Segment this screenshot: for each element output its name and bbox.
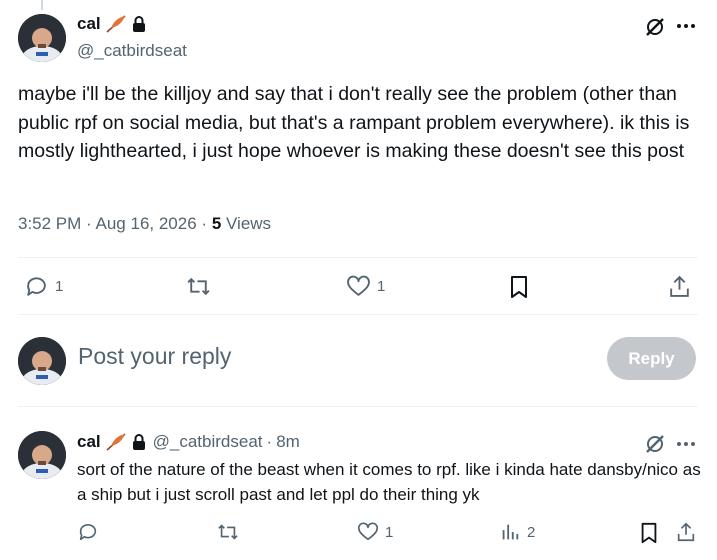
repost-button[interactable] [185,274,212,299]
avatar-image [18,431,66,479]
divider [18,314,698,315]
like-button[interactable]: 1 [357,521,393,543]
thread-connector [41,0,43,10]
heart-icon [347,275,370,296]
lock-icon [131,15,147,33]
handle[interactable]: @_catbirdseat [77,41,187,61]
like-count: 1 [385,523,394,541]
share-button[interactable] [667,274,692,299]
views-label: Views [226,214,272,233]
like-button[interactable]: 1 [346,274,385,299]
bookmark-button[interactable] [638,521,660,545]
share-icon [677,522,695,542]
reply-input[interactable]: Post your reply [78,343,231,370]
divider [18,406,698,407]
tweet-date[interactable]: Aug 16, 2026 [96,214,197,233]
repost-icon [218,524,238,540]
tweet-meta: 3:52 PM · Aug 16, 2026 · 5 Views [18,214,271,234]
more-options-icon[interactable] [676,436,696,452]
avatar-image [18,14,66,62]
more-options-icon[interactable] [676,18,696,34]
reply-handle[interactable]: @_catbirdseat [153,432,263,452]
reply-count: 1 [55,278,64,295]
bookmark-button[interactable] [507,274,531,300]
bookmark-icon [641,522,657,544]
composer-avatar[interactable] [18,337,66,385]
meta-separator: · [266,432,273,451]
views-button[interactable]: 2 [499,521,535,543]
reply-author-line: cal @_catbirdseat · 8m [77,432,300,452]
grok-icon[interactable] [644,433,666,455]
avatar-image [18,337,66,385]
reply-action-button[interactable]: 1 [24,274,63,299]
divider [18,257,698,258]
reply-action-button[interactable] [77,521,99,543]
reply-age[interactable]: 8m [276,432,300,452]
reply-submit-button[interactable]: Reply [607,337,696,380]
meta-separator: · [86,214,92,233]
feather-icon [105,432,127,452]
repost-button[interactable] [216,521,240,543]
repost-icon [187,277,210,296]
share-icon [670,275,689,297]
reply-avatar[interactable] [18,431,66,479]
tweet-time[interactable]: 3:52 PM [18,214,81,233]
bookmark-icon [511,276,527,298]
reply-icon [79,523,97,541]
lock-icon [131,433,147,451]
author-line: cal [77,14,147,34]
heart-icon [358,522,378,541]
meta-separator: · [201,214,208,233]
views-count: 5 [211,214,222,233]
feather-icon [105,14,127,34]
analytics-icon [502,524,519,540]
reply-icon [27,277,46,296]
views-count: 2 [527,523,536,541]
tweet-text: maybe i'll be the killjoy and say that i… [18,83,690,163]
like-count: 1 [377,278,386,295]
display-name[interactable]: cal [77,14,101,34]
share-button[interactable] [675,521,697,543]
reply-text: sort of the nature of the beast when it … [77,460,701,504]
avatar[interactable] [18,14,66,62]
grok-icon[interactable] [644,16,666,38]
reply-display-name[interactable]: cal [77,432,101,452]
